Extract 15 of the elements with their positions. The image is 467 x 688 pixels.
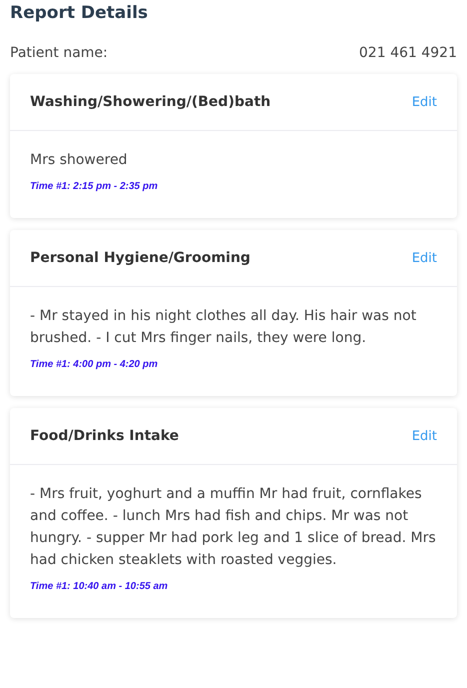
edit-link[interactable]: Edit bbox=[412, 428, 437, 444]
time-range: Time #1: 4:00 pm - 4:20 pm bbox=[30, 359, 159, 370]
section-title: Personal Hygiene/Grooming bbox=[30, 250, 250, 266]
page-title: Report Details bbox=[10, 2, 149, 24]
edit-link[interactable]: Edit bbox=[412, 250, 437, 266]
phone-number: 021 461 4921 bbox=[359, 44, 457, 62]
edit-link[interactable]: Edit bbox=[412, 94, 437, 110]
report-note: - Mrs fruit, yoghurt and a muffin Mr had fruit, cornflakes and coffee. - lunch Mrs had fish and chips. Mr was not hungry. - supper Mr had pork leg and 1 slice of bread. Mrs had chicken steaklets with roasted veggies. bbox=[30, 485, 437, 570]
report-note: - Mr stayed in his night clothes all day. His hair was not brushed. - I cut Mrs finger nails, they were long. bbox=[30, 307, 418, 348]
section-title: Washing/Showering/(Bed)bath bbox=[30, 94, 271, 110]
section-title: Food/Drinks Intake bbox=[30, 428, 179, 444]
report-note: Mrs showered bbox=[30, 151, 128, 170]
patient-name-label: Patient name: bbox=[10, 44, 108, 62]
time-range: Time #1: 2:15 pm - 2:35 pm bbox=[30, 181, 159, 192]
time-range: Time #1: 10:40 am - 10:55 am bbox=[30, 581, 169, 592]
